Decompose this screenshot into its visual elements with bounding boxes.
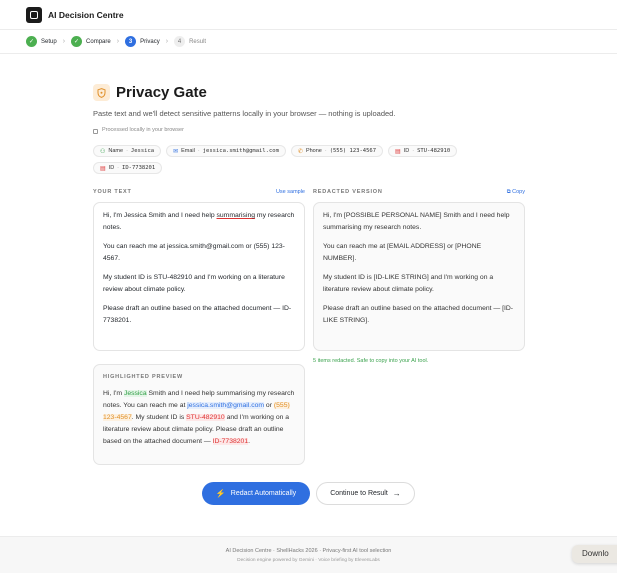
detected-chip-name: ⚇ Name · Jessica	[93, 145, 162, 157]
step-setup[interactable]: ✓ Setup	[26, 36, 57, 47]
continue-to-result-button[interactable]: Continue to Result →	[316, 482, 415, 505]
app-header: AI Decision Centre	[0, 0, 617, 30]
chip-value: (555) 123-4567	[329, 148, 377, 154]
step-number: 4	[174, 36, 186, 47]
id-card-icon: ▤	[100, 165, 106, 172]
highlight-id: ID-7738201	[212, 437, 249, 445]
detected-chip-id: ▤ ID · ID-7738201	[93, 162, 163, 174]
chip-type: Phone	[305, 148, 322, 154]
page-title: Privacy Gate	[116, 84, 207, 101]
input-paragraph: You can reach me at jessica.smith@gmail.…	[103, 243, 285, 262]
magic-wand-icon: ⚡	[215, 489, 226, 498]
output-paragraph: Hi, I'm [POSSIBLE PERSONAL NAME] Smith a…	[323, 212, 510, 231]
redaction-status: 5 items redacted. Safe to copy into your…	[313, 358, 429, 364]
copy-button[interactable]: ⧉ Copy	[507, 189, 525, 196]
phone-icon: ✆	[297, 148, 303, 155]
user-icon: ⚇	[100, 148, 106, 155]
mail-icon: ✉	[173, 148, 179, 155]
output-paragraph: Please draft an outline based on the att…	[323, 305, 514, 324]
redact-automatically-button[interactable]: ⚡ Redact Automatically	[202, 482, 310, 505]
output-paragraph: My student ID is [ID-LIKE STRING] and I'…	[323, 274, 494, 293]
chevron-right-icon: ›	[116, 38, 120, 45]
chip-type: Email	[181, 148, 195, 154]
chevron-right-icon: ›	[62, 38, 66, 45]
footer-credits: Decision engine powered by Gemini · Voic…	[237, 558, 380, 563]
app-logo-icon	[26, 6, 42, 23]
step-label: Result	[189, 38, 207, 45]
chip-type: ID	[403, 148, 410, 154]
footer-line: AI Decision Centre · ShellHacks 2026 · P…	[225, 548, 392, 554]
step-result[interactable]: 4 Result	[174, 36, 206, 47]
continue-button-label: Continue to Result	[330, 490, 388, 497]
output-paragraph: You can reach me at [EMAIL ADDRESS] or […	[323, 243, 482, 262]
shield-icon	[93, 84, 110, 101]
step-compare[interactable]: ✓ Compare	[71, 36, 111, 47]
detected-chip-phone: ✆ Phone · (555) 123-4567	[290, 145, 384, 157]
detected-chips: ⚇ Name · Jessica ✉ Email · jessica.smith@g…	[93, 145, 525, 179]
use-sample-link[interactable]: Use sample	[276, 189, 305, 195]
progress-stepper: ✓ Setup › ✓ Compare › 3 Privacy › 4 Resu…	[0, 30, 617, 54]
step-label: Setup	[41, 38, 57, 45]
chevron-right-icon: ›	[165, 38, 169, 45]
input-paragraph: Hi, I'm Jessica Smith and I need help su…	[103, 212, 295, 231]
your-text-label: YOUR TEXT	[93, 189, 132, 195]
highlight-name: Jessica	[123, 390, 147, 398]
step-privacy[interactable]: 3 Privacy	[125, 36, 160, 47]
chip-type: ID	[108, 165, 115, 171]
highlighted-preview: HIGHLIGHTED PREVIEW Hi, I'm Jessica Smit…	[93, 364, 305, 465]
footer: AI Decision Centre · ShellHacks 2026 · P…	[0, 536, 617, 573]
highlight-id: STU-482910	[186, 414, 225, 422]
redacted-version-label: REDACTED VERSION	[313, 189, 383, 195]
page-subtitle: Paste text and we'll detect sensitive pa…	[93, 109, 396, 118]
highlight-email: jessica.smith@gmail.com	[187, 402, 265, 410]
detected-chip-email: ✉ Email · jessica.smith@gmail.com	[166, 145, 286, 157]
app-title: AI Decision Centre	[48, 9, 124, 20]
chip-type: Name	[108, 148, 124, 154]
download-button[interactable]: Downlo	[572, 545, 617, 563]
step-number: 3	[125, 36, 137, 47]
arrow-right-icon: →	[392, 489, 401, 498]
local-note-text: Processed locally in your browser	[102, 127, 184, 133]
copy-label: Copy	[512, 189, 525, 195]
lock-icon	[93, 128, 98, 134]
copy-icon: ⧉	[506, 189, 511, 195]
check-icon: ✓	[71, 36, 83, 47]
id-card-icon: ▤	[395, 148, 401, 155]
redacted-output: Hi, I'm [POSSIBLE PERSONAL NAME] Smith a…	[313, 202, 525, 351]
redact-button-label: Redact Automatically	[230, 490, 297, 497]
chip-value: jessica.smith@gmail.com	[202, 148, 279, 154]
privacy-gate-section: Privacy Gate Paste text and we'll detect…	[93, 84, 525, 179]
chip-value: STU-482910	[417, 148, 451, 154]
your-text-input[interactable]: Hi, I'm Jessica Smith and I need help su…	[93, 202, 305, 351]
check-icon: ✓	[26, 36, 37, 47]
chip-value: ID-7738201	[122, 165, 156, 171]
step-label: Privacy	[140, 38, 160, 45]
input-paragraph: My student ID is STU-482910 and I'm work…	[103, 274, 285, 293]
chip-value: Jessica	[130, 148, 155, 154]
preview-text: Hi, I'm Jessica Smith and I need help su…	[103, 390, 295, 445]
highlighted-preview-label: HIGHLIGHTED PREVIEW	[103, 374, 183, 380]
step-label: Compare	[86, 38, 111, 45]
input-paragraph: Please draft an outline based on the att…	[103, 305, 292, 324]
detected-chip-id: ▤ ID · STU-482910	[388, 145, 458, 157]
local-processing-note: Processed locally in your browser	[93, 127, 525, 134]
